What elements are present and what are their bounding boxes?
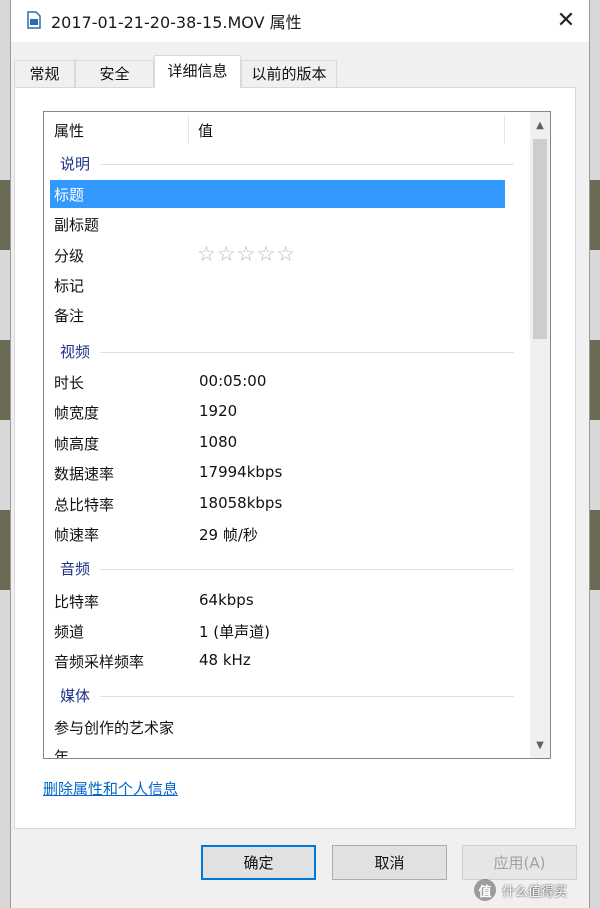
property-name: 分级 [54,247,85,265]
close-button[interactable]: ✕ [543,0,589,40]
cancel-button[interactable]: 取消 [332,845,447,880]
row-frame-height[interactable]: 帧高度 1080 [50,429,505,457]
row-contributing-artists[interactable]: 参与创作的艺术家 [50,713,505,741]
row-rating[interactable]: 分级 ☆☆☆☆☆ [50,241,505,269]
group-divider [100,352,514,353]
row-audio-bitrate[interactable]: 比特率 64kbps [50,587,505,615]
property-name: 频道 [54,623,85,641]
row-length[interactable]: 时长 00:05:00 [50,368,505,396]
star-rating-icon[interactable]: ☆☆☆☆☆ [197,242,296,266]
scroll-thumb[interactable] [533,139,547,339]
column-property[interactable]: 属性 [54,120,84,141]
property-value: 00:05:00 [199,372,267,390]
group-label: 音频 [60,558,99,579]
title-bar[interactable]: 2017-01-21-20-38-15.MOV 属性 ✕ [11,0,589,42]
row-channels[interactable]: 频道 1 (单声道) [50,617,505,645]
row-total-bitrate[interactable]: 总比特率 18058kbps [50,490,505,518]
tab-details[interactable]: 详细信息 [154,55,241,88]
group-video: 视频 [44,341,514,363]
property-name: 参与创作的艺术家 [54,719,175,737]
row-data-rate[interactable]: 数据速率 17994kbps [50,459,505,487]
window-title: 2017-01-21-20-38-15.MOV 属性 [51,13,302,32]
property-name: 帧宽度 [54,404,100,422]
property-name: 比特率 [54,593,100,611]
group-audio: 音频 [44,558,514,580]
row-comments[interactable]: 备注 [50,301,505,329]
row-tags[interactable]: 标记 [50,271,505,299]
group-divider [100,569,514,570]
property-value: 64kbps [199,591,254,609]
scroll-down-icon[interactable]: ▼ [530,735,550,755]
group-label: 媒体 [60,685,99,706]
group-media: 媒体 [44,685,514,707]
row-year[interactable]: 年 [50,742,505,759]
scroll-up-icon[interactable]: ▲ [530,115,550,135]
site-watermark: 值 什么值得买 [474,876,598,904]
column-divider[interactable] [504,116,505,144]
property-value: 48 kHz [199,651,251,669]
row-audio-sample-rate[interactable]: 音频采样频率 48 kHz [50,647,505,675]
property-name: 备注 [54,307,85,325]
remove-properties-link[interactable]: 删除属性和个人信息 [43,778,178,799]
property-name: 标题 [54,186,85,204]
property-value: 1920 [199,402,238,420]
tab-security[interactable]: 安全 [75,60,154,87]
file-icon [27,11,41,29]
group-label: 视频 [60,341,99,362]
tab-previous-versions[interactable]: 以前的版本 [241,60,337,87]
property-value: 1 (单声道) [199,623,271,641]
vertical-scrollbar[interactable]: ▲ ▼ [530,112,550,758]
ok-button[interactable]: 确定 [201,845,316,880]
row-title[interactable]: 标题 [50,180,505,208]
property-name: 总比特率 [54,496,115,514]
property-value: 18058kbps [199,494,283,512]
column-divider[interactable] [188,116,189,144]
property-name: 音频采样频率 [54,653,145,671]
watermark-logo-icon: 值 [474,879,496,901]
property-value: 17994kbps [199,463,283,481]
apply-button[interactable]: 应用(A) [462,845,577,880]
property-name: 数据速率 [54,465,115,483]
watermark-text: 什么值得买 [502,884,568,900]
group-divider [100,696,514,697]
row-frame-rate[interactable]: 帧速率 29 帧/秒 [50,520,505,548]
property-list[interactable]: 属性 值 说明 标题 副标题 分级 ☆☆☆☆☆ 标记 备注 视频 时长 00:0… [43,111,551,759]
column-header: 属性 值 [44,112,550,146]
column-value[interactable]: 值 [198,120,213,141]
group-description: 说明 [44,153,514,175]
tab-general[interactable]: 常规 [14,60,75,87]
property-name: 副标题 [54,216,100,234]
property-name: 标记 [54,277,85,295]
group-divider [100,164,514,165]
property-name: 帧速率 [54,526,100,544]
property-value: 1080 [199,433,238,451]
close-icon: ✕ [556,7,576,33]
row-subtitle[interactable]: 副标题 [50,210,505,238]
row-frame-width[interactable]: 帧宽度 1920 [50,398,505,426]
property-name: 帧高度 [54,435,100,453]
property-name: 年 [54,748,70,759]
property-value: 29 帧/秒 [199,526,258,544]
property-name: 时长 [54,374,85,392]
group-label: 说明 [60,153,99,174]
